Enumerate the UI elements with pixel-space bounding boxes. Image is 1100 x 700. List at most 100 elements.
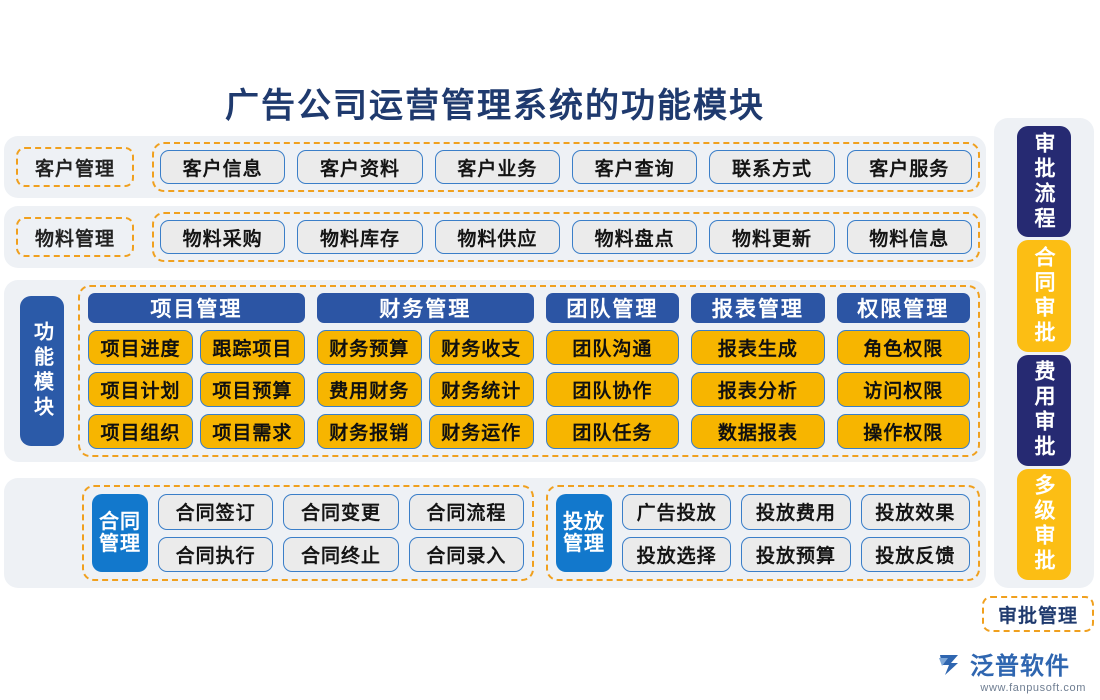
item-label: 财务报销 bbox=[329, 423, 410, 444]
item-label: 广告投放 bbox=[636, 503, 717, 525]
item-label: 投放预算 bbox=[755, 545, 836, 567]
list-item[interactable]: 合同变更 bbox=[283, 494, 399, 530]
list-item[interactable]: 客户查询 bbox=[571, 150, 698, 184]
page-title: 广告公司运营管理系统的功能模块 bbox=[225, 88, 765, 125]
item-label: 报表分析 bbox=[717, 381, 798, 402]
item-label: 物料更新 bbox=[731, 228, 812, 250]
list-item[interactable]: 客户信息 bbox=[160, 150, 286, 184]
item-label: 联系方式 bbox=[731, 158, 812, 180]
item-label: 财务统计 bbox=[441, 381, 522, 402]
list-item[interactable]: 物料库存 bbox=[297, 220, 423, 254]
module-column-report: 报表管理 报表生成 报表分析 数据报表 bbox=[691, 293, 825, 449]
delivery-tag-text: 投放管理 bbox=[563, 510, 605, 555]
item-label: 投放选择 bbox=[636, 545, 717, 567]
list-item[interactable]: 财务收支 bbox=[428, 330, 534, 365]
list-item[interactable]: 广告投放 bbox=[622, 494, 732, 530]
fanpu-logo-icon bbox=[936, 649, 966, 679]
item-label: 跟踪项目 bbox=[212, 339, 293, 360]
list-item[interactable]: 项目进度 bbox=[88, 330, 193, 365]
item-label: 客户服务 bbox=[869, 158, 950, 180]
item-label: 项目预算 bbox=[212, 381, 293, 402]
category-label-customer[interactable]: 客户管理 bbox=[16, 147, 134, 187]
list-item[interactable]: 访问权限 bbox=[836, 372, 970, 407]
contract-group: 合同管理 合同签订 合同变更 合同流程 合同执行 合同终止 合同录入 bbox=[82, 485, 534, 581]
column-header[interactable]: 团队管理 bbox=[545, 293, 680, 323]
list-item[interactable]: 团队沟通 bbox=[545, 330, 680, 365]
item-label: 项目计划 bbox=[100, 381, 181, 402]
list-item[interactable]: 物料更新 bbox=[709, 220, 835, 254]
approval-item-label: 合同审批 bbox=[1032, 245, 1056, 346]
list-item[interactable]: 合同终止 bbox=[283, 536, 399, 572]
approval-item-multilevel[interactable]: 多级审批 bbox=[1017, 468, 1071, 580]
brand-url: www.fanpusoft.com bbox=[980, 682, 1086, 694]
item-label: 物料采购 bbox=[182, 228, 263, 250]
list-item[interactable]: 财务报销 bbox=[316, 414, 422, 449]
category-label-material[interactable]: 物料管理 bbox=[16, 217, 134, 257]
function-module-tag[interactable]: 功能模块 bbox=[20, 296, 64, 446]
list-item[interactable]: 数据报表 bbox=[691, 414, 825, 449]
list-item[interactable]: 物料盘点 bbox=[571, 220, 698, 254]
function-module-panel: 功能模块 项目管理 项目进度 跟踪项目 项目计划 项目预算 项目组织 项目需求 … bbox=[4, 280, 986, 462]
item-label: 投放反馈 bbox=[875, 545, 956, 567]
list-item[interactable]: 物料采购 bbox=[160, 220, 286, 254]
list-item[interactable]: 项目计划 bbox=[88, 372, 193, 407]
item-label: 数据报表 bbox=[717, 423, 798, 444]
column-header-text: 财务管理 bbox=[379, 297, 472, 321]
list-item[interactable]: 投放选择 bbox=[622, 536, 732, 572]
list-item[interactable]: 联系方式 bbox=[709, 150, 835, 184]
list-item[interactable]: 报表生成 bbox=[691, 330, 825, 365]
list-item[interactable]: 财务运作 bbox=[428, 414, 534, 449]
approval-caption[interactable]: 审批管理 bbox=[982, 596, 1094, 632]
list-item[interactable]: 合同录入 bbox=[408, 536, 524, 572]
item-label: 物料供应 bbox=[457, 228, 538, 250]
column-header[interactable]: 项目管理 bbox=[88, 293, 305, 323]
item-label: 项目进度 bbox=[100, 339, 181, 360]
list-item[interactable]: 物料供应 bbox=[434, 220, 560, 254]
list-item[interactable]: 投放预算 bbox=[741, 536, 851, 572]
list-item[interactable]: 项目预算 bbox=[199, 372, 305, 407]
list-item[interactable]: 合同签订 bbox=[158, 494, 274, 530]
item-label: 财务运作 bbox=[441, 423, 522, 444]
list-item[interactable]: 团队协作 bbox=[545, 372, 680, 407]
column-header[interactable]: 报表管理 bbox=[691, 293, 825, 323]
list-item[interactable]: 费用财务 bbox=[316, 372, 422, 407]
item-label: 报表生成 bbox=[717, 339, 798, 360]
list-item[interactable]: 报表分析 bbox=[691, 372, 825, 407]
contract-tag[interactable]: 合同管理 bbox=[92, 494, 148, 572]
list-item[interactable]: 财务预算 bbox=[316, 330, 422, 365]
list-item[interactable]: 合同执行 bbox=[158, 536, 274, 572]
list-item[interactable]: 操作权限 bbox=[836, 414, 970, 449]
list-item[interactable]: 投放费用 bbox=[741, 494, 851, 530]
customer-row-panel: 客户管理 客户信息 客户资料 客户业务 客户查询 联系方式 客户服务 bbox=[4, 136, 986, 198]
item-label: 物料库存 bbox=[319, 228, 400, 250]
approval-item-contract[interactable]: 合同审批 bbox=[1017, 240, 1071, 352]
column-header[interactable]: 财务管理 bbox=[316, 293, 534, 323]
list-item[interactable]: 合同流程 bbox=[408, 494, 524, 530]
item-label: 物料盘点 bbox=[594, 228, 675, 250]
list-item[interactable]: 团队任务 bbox=[545, 414, 680, 449]
column-header[interactable]: 权限管理 bbox=[836, 293, 970, 323]
list-item[interactable]: 物料信息 bbox=[846, 220, 972, 254]
list-item[interactable]: 客户资料 bbox=[297, 150, 423, 184]
list-item[interactable]: 投放效果 bbox=[860, 494, 970, 530]
function-module-group: 项目管理 项目进度 跟踪项目 项目计划 项目预算 项目组织 项目需求 财务管理 … bbox=[78, 285, 980, 457]
function-module-tag-text: 功能模块 bbox=[30, 321, 53, 421]
list-item[interactable]: 投放反馈 bbox=[860, 536, 970, 572]
item-label: 物料信息 bbox=[869, 228, 950, 250]
list-item[interactable]: 项目需求 bbox=[199, 414, 305, 449]
item-label: 操作权限 bbox=[863, 423, 944, 444]
list-item[interactable]: 跟踪项目 bbox=[199, 330, 305, 365]
approval-item-process[interactable]: 审批流程 bbox=[1017, 126, 1071, 238]
material-row-panel: 物料管理 物料采购 物料库存 物料供应 物料盘点 物料更新 物料信息 bbox=[4, 206, 986, 268]
list-item[interactable]: 角色权限 bbox=[836, 330, 970, 365]
list-item[interactable]: 财务统计 bbox=[428, 372, 534, 407]
item-label: 客户信息 bbox=[182, 158, 263, 180]
list-item[interactable]: 客户服务 bbox=[846, 150, 972, 184]
delivery-tag[interactable]: 投放管理 bbox=[556, 494, 612, 572]
list-item[interactable]: 客户业务 bbox=[434, 150, 560, 184]
item-label: 访问权限 bbox=[863, 381, 944, 402]
list-item[interactable]: 项目组织 bbox=[88, 414, 193, 449]
item-label: 费用财务 bbox=[329, 381, 410, 402]
approval-item-expense[interactable]: 费用审批 bbox=[1017, 354, 1071, 466]
item-label: 客户查询 bbox=[594, 158, 675, 180]
